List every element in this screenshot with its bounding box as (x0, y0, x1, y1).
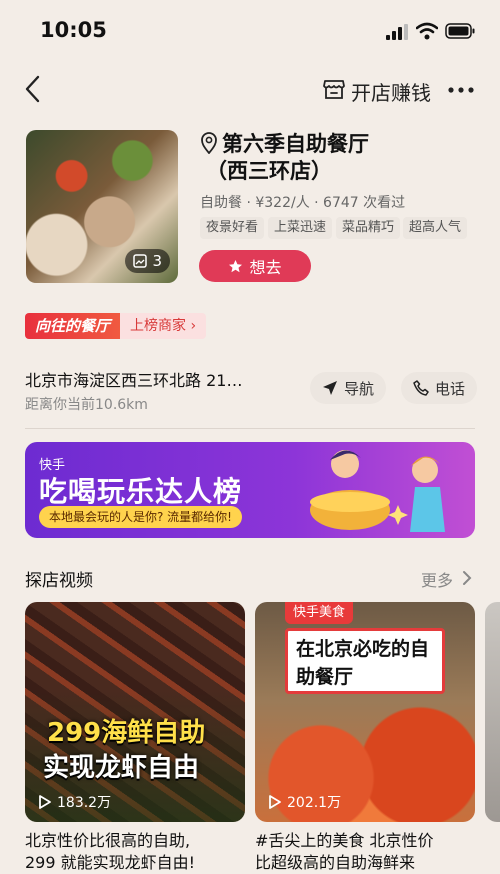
star-icon (229, 259, 243, 272)
want-to-go-label: 想去 (249, 258, 282, 277)
view-count: 183.2万 (57, 795, 112, 811)
distance-text: 距离你当前10.6km (25, 397, 148, 413)
promo-banner[interactable]: 快手 吃喝玩乐达人榜 本地最会玩的人是你? 流量都给你! (25, 442, 475, 538)
photo-icon (133, 254, 148, 268)
want-to-go-button[interactable]: 想去 (199, 250, 311, 282)
section-title: 探店视频 (25, 571, 93, 591)
status-time: 10:05 (40, 18, 107, 42)
photo-count-badge: 3 (125, 249, 170, 273)
battery-icon (445, 23, 475, 39)
shop-tag: 超高人气 (403, 217, 468, 239)
navigate-label: 导航 (344, 379, 375, 398)
call-label: 电话 (435, 379, 466, 398)
shop-branch: （西三环店） (206, 159, 332, 183)
shop-address[interactable]: 北京市海淀区西三环北路 21… (25, 367, 242, 391)
shop-tag: 上菜迅速 (268, 217, 333, 239)
promo-illustration (310, 450, 445, 532)
video-caption-line: #舌尖上的美食 北京性价 (255, 831, 434, 850)
phone-icon (413, 380, 429, 396)
video-overlay-subtitle: 实现龙虾自由 (43, 753, 200, 783)
ranking-banner[interactable]: 向往的餐厅 上榜商家 › (25, 313, 207, 339)
ranking-title: 向往的餐厅 (25, 313, 121, 339)
more-options-icon[interactable] (448, 86, 474, 94)
ranking-link[interactable]: 上榜商家 › (120, 313, 207, 339)
video-caption-line: 北京性价比很高的自助, (25, 831, 191, 850)
chevron-right-icon[interactable] (462, 570, 472, 586)
more-videos-link[interactable]: 更多 (421, 567, 453, 591)
divider (25, 428, 475, 429)
wifi-icon (416, 22, 438, 40)
video-caption[interactable]: #舌尖上的美食 北京性价 比超级高的自助海鲜来 (255, 830, 475, 874)
view-count: 202.1万 (287, 795, 342, 811)
photo-count: 3 (152, 252, 162, 270)
video-card-partial[interactable] (485, 602, 500, 822)
video-views: 202.1万 (269, 792, 341, 812)
shop-tag: 菜品精巧 (336, 217, 401, 239)
video-overlay-title: 299海鲜自助 (47, 718, 206, 748)
promo-title: 吃喝玩乐达人榜 (39, 475, 243, 508)
navigate-button[interactable]: 导航 (310, 372, 387, 404)
video-caption[interactable]: 北京性价比很高的自助, 299 就能实现龙虾自由! (25, 830, 245, 874)
navigation-arrow-icon (323, 381, 337, 395)
promo-subtitle: 本地最会玩的人是你? 流量都给你! (39, 506, 242, 528)
open-shop-link[interactable]: 开店赚钱 (351, 77, 431, 106)
play-icon (269, 795, 281, 809)
play-icon (39, 795, 51, 809)
shop-tag: 夜景好看 (200, 217, 265, 239)
shop-meta: 自助餐 · ¥322/人 · 6747 次看过 (200, 195, 406, 211)
back-icon[interactable] (22, 74, 44, 104)
video-views: 183.2万 (39, 792, 111, 812)
cellular-signal-icon (386, 24, 408, 40)
location-pin-icon (201, 132, 217, 154)
shop-thumbnail[interactable]: 3 (26, 130, 178, 283)
video-caption-line: 299 就能实现龙虾自由! (25, 853, 196, 872)
video-card[interactable]: 快手美食 在北京必吃的自助餐厅 202.1万 (255, 602, 475, 822)
video-overlay-title: 在北京必吃的自助餐厅 (285, 628, 445, 694)
shop-name: 第六季自助餐厅 (222, 132, 369, 156)
shop-icon[interactable] (322, 77, 346, 101)
video-card[interactable]: 299海鲜自助 实现龙虾自由 183.2万 (25, 602, 245, 822)
video-channel-badge: 快手美食 (285, 602, 354, 624)
call-button[interactable]: 电话 (401, 372, 478, 404)
video-caption-line: 比超级高的自助海鲜来 (255, 853, 416, 872)
